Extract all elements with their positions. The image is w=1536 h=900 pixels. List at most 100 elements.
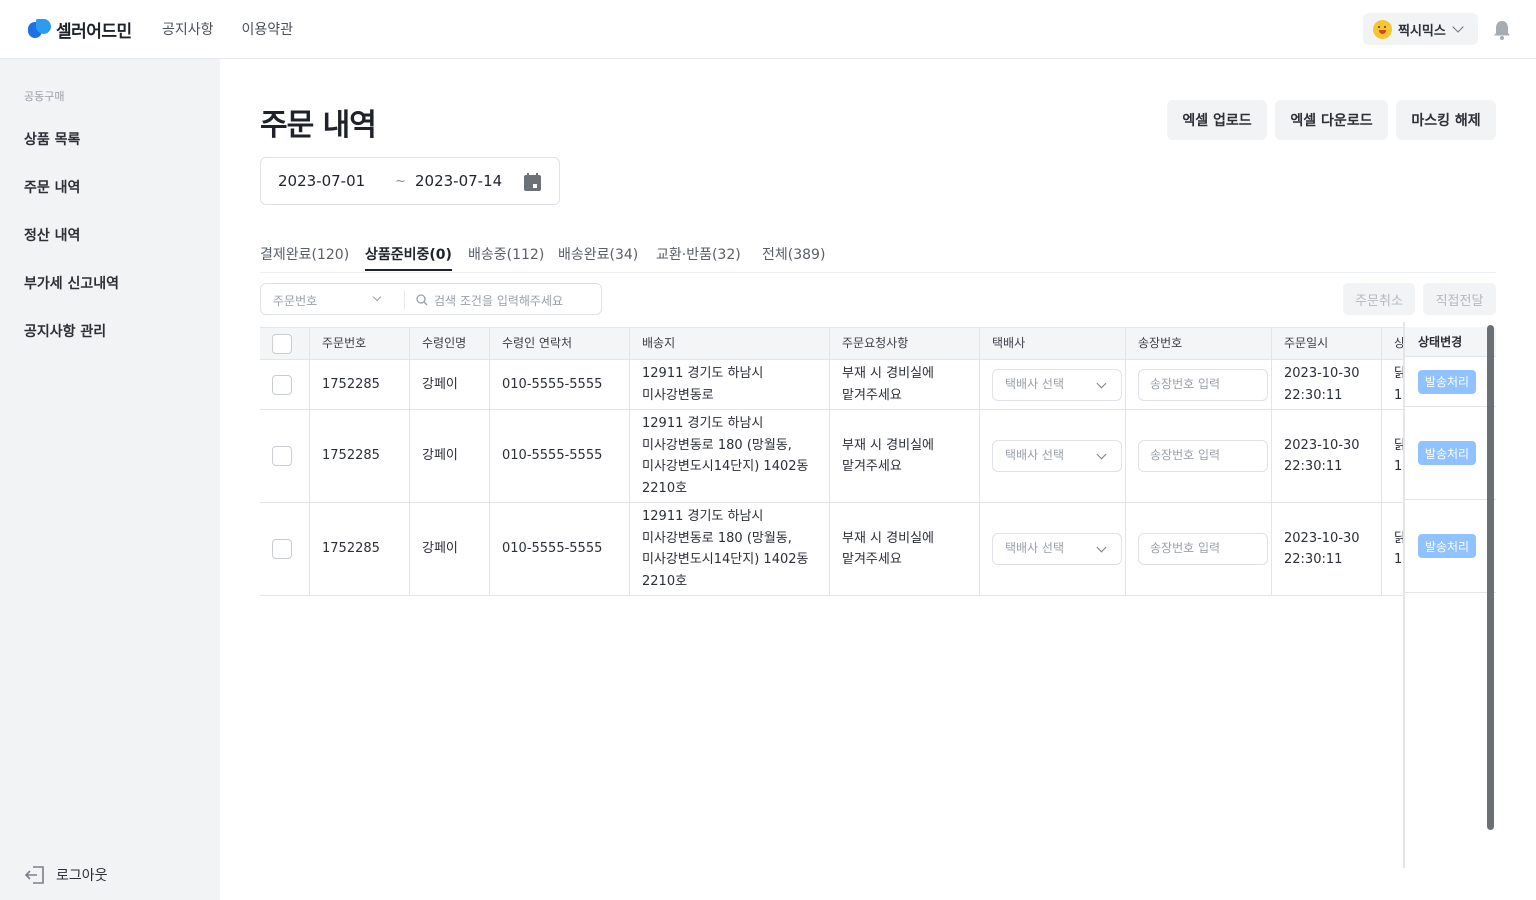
calendar-icon[interactable] xyxy=(524,173,541,191)
user-menu-button[interactable]: 찍시믹스 xyxy=(1363,13,1478,45)
order-datetime: 2023-10-30 22:30:11 xyxy=(1284,530,1360,568)
col-status-change: 상태변경 xyxy=(1405,327,1496,357)
order-no: 1752285 xyxy=(310,503,410,595)
address: 12911 경기도 하남시 미사강변동로 xyxy=(642,366,764,403)
tab-delivered[interactable]: 배송완료(34) xyxy=(558,244,638,264)
unmask-button[interactable]: 마스킹 해제 xyxy=(1396,100,1496,140)
divider xyxy=(404,290,405,310)
order-datetime: 2023-10-30 22:30:11 xyxy=(1284,366,1360,403)
search-type-select[interactable]: 주문번호 xyxy=(273,292,317,309)
ship-button[interactable]: 발송처리 xyxy=(1418,441,1476,465)
col-courier: 택배사 xyxy=(980,328,1126,359)
courier-select[interactable]: 택배사 선택 xyxy=(992,368,1122,401)
col-extra: 상 xyxy=(1382,328,1403,359)
sidebar-item-notice-admin[interactable]: 공지사항 관리 xyxy=(24,321,106,341)
nav-notice[interactable]: 공지사항 xyxy=(162,19,214,39)
logout-button[interactable]: 로그아웃 xyxy=(24,865,108,885)
avatar xyxy=(1373,19,1392,39)
excel-upload-button[interactable]: 엑셀 업로드 xyxy=(1167,100,1267,140)
recipient-name: 강페이 xyxy=(410,360,490,409)
table-row: 1752285 강페이 010-5555-5555 12911 경기도 하남시 미… xyxy=(260,503,1403,596)
logo[interactable]: 셀러어드민 xyxy=(28,16,132,42)
row-checkbox[interactable] xyxy=(272,446,292,466)
extra-cell: 닭1( xyxy=(1394,438,1403,475)
search-icon xyxy=(416,294,428,306)
col-order-no: 주문번호 xyxy=(310,328,410,359)
table-row: 1752285 강페이 010-5555-5555 12911 경기도 하남시 미… xyxy=(260,360,1403,410)
start-date[interactable]: 2023-07-01 xyxy=(278,172,365,190)
sidebar-item-vat[interactable]: 부가세 신고내역 xyxy=(24,273,119,293)
order-datetime: 2023-10-30 22:30:11 xyxy=(1284,437,1360,475)
status-cell: 발송처리 xyxy=(1405,357,1496,407)
date-separator: ~ xyxy=(395,173,406,189)
invoice-input[interactable]: 송장번호 입력 xyxy=(1138,440,1268,472)
invoice-input[interactable]: 송장번호 입력 xyxy=(1138,533,1268,565)
ship-button[interactable]: 발송처리 xyxy=(1418,534,1476,558)
sidebar-item-settlement[interactable]: 정산 내역 xyxy=(24,225,80,245)
extra-cell: 닭1( xyxy=(1394,366,1403,403)
status-change-column: 상태변경 발송처리 발송처리 발송처리 xyxy=(1403,322,1496,868)
ship-button[interactable]: 발송처리 xyxy=(1418,369,1476,394)
top-nav: 공지사항 이용약관 xyxy=(162,19,293,39)
logo-icon xyxy=(28,18,52,40)
table-row: 1752285 강페이 010-5555-5555 12911 경기도 하남시 미… xyxy=(260,410,1403,503)
tab-shipping[interactable]: 배송중(112) xyxy=(468,244,544,264)
courier-select[interactable]: 택배사 선택 xyxy=(992,533,1122,565)
nav-terms[interactable]: 이용약관 xyxy=(242,19,294,39)
vertical-scrollbar[interactable] xyxy=(1487,325,1494,830)
courier-select[interactable]: 택배사 선택 xyxy=(992,440,1122,472)
col-request: 주문요청사항 xyxy=(830,328,980,359)
search-input[interactable]: 검색 조건을 입력해주세요 xyxy=(434,292,563,309)
search-filter: 주문번호 검색 조건을 입력해주세요 xyxy=(260,283,602,315)
order-no: 1752285 xyxy=(310,410,410,502)
order-table: 주문번호 수령인명 수령인 연락처 배송지 주문요청사항 택배사 송장번호 주문… xyxy=(260,327,1403,596)
col-invoice: 송장번호 xyxy=(1126,328,1272,359)
table-header: 주문번호 수령인명 수령인 연락처 배송지 주문요청사항 택배사 송장번호 주문… xyxy=(260,327,1403,360)
logout-icon xyxy=(24,866,44,884)
col-recipient: 수령인명 xyxy=(410,328,490,359)
tab-exchange-return[interactable]: 교환·반품(32) xyxy=(656,244,741,264)
user-name: 찍시믹스 xyxy=(1398,23,1446,39)
sidebar-item-products[interactable]: 상품 목록 xyxy=(24,129,80,149)
logo-text: 셀러어드민 xyxy=(56,21,132,42)
status-cell: 발송처리 xyxy=(1405,407,1496,500)
row-checkbox[interactable] xyxy=(272,539,292,559)
sidebar-group-label: 공동구매 xyxy=(24,90,65,103)
top-bar: 셀러어드민 공지사항 이용약관 찍시믹스 xyxy=(0,0,1536,59)
order-no: 1752285 xyxy=(310,360,410,409)
date-range-picker[interactable]: 2023-07-01 ~ 2023-07-14 xyxy=(260,157,560,205)
recipient-phone: 010-5555-5555 xyxy=(490,503,630,595)
end-date[interactable]: 2023-07-14 xyxy=(415,172,502,190)
chevron-down-icon xyxy=(1096,449,1107,460)
invoice-input[interactable]: 송장번호 입력 xyxy=(1138,368,1268,401)
select-all-checkbox[interactable] xyxy=(272,333,292,354)
sidebar: 공동구매 상품 목록 주문 내역 정산 내역 부가세 신고내역 공지사항 관리 … xyxy=(0,59,220,900)
recipient-phone: 010-5555-5555 xyxy=(490,360,630,409)
cancel-order-button[interactable]: 주문취소 xyxy=(1343,283,1415,315)
order-request: 부재 시 경비실에 맡겨주세요 xyxy=(842,366,934,403)
col-address: 배송지 xyxy=(630,328,830,359)
status-tabs: 결제완료(120) 상품준비중(0) 배송중(112) 배송완료(34) 교환·… xyxy=(260,242,1496,273)
tab-preparing[interactable]: 상품준비중(0) xyxy=(365,244,452,271)
chevron-down-icon xyxy=(1096,378,1107,388)
page-title: 주문 내역 xyxy=(260,108,377,143)
tab-paid[interactable]: 결제완료(120) xyxy=(260,244,349,264)
bell-icon[interactable] xyxy=(1493,20,1511,40)
order-request: 부재 시 경비실에 맡겨주세요 xyxy=(842,437,934,475)
row-checkbox[interactable] xyxy=(272,374,292,395)
logout-label: 로그아웃 xyxy=(56,868,108,884)
chevron-down-icon xyxy=(372,292,382,302)
order-request: 부재 시 경비실에 맡겨주세요 xyxy=(842,530,934,568)
excel-download-button[interactable]: 엑셀 다운로드 xyxy=(1275,100,1388,140)
address: 12911 경기도 하남시 미사강변동로 180 (망월동, 미사강변도시14단지)… xyxy=(642,509,809,589)
status-cell: 발송처리 xyxy=(1405,500,1496,593)
direct-delivery-button[interactable]: 직접전달 xyxy=(1423,283,1496,315)
recipient-phone: 010-5555-5555 xyxy=(490,410,630,502)
recipient-name: 강페이 xyxy=(410,503,490,595)
col-phone: 수령인 연락처 xyxy=(490,328,630,359)
sidebar-item-orders[interactable]: 주문 내역 xyxy=(24,177,80,197)
chevron-down-icon xyxy=(1096,542,1107,553)
extra-cell: 닭1( xyxy=(1394,531,1403,568)
address: 12911 경기도 하남시 미사강변동로 180 (망월동, 미사강변도시14단지)… xyxy=(642,416,809,496)
tab-all[interactable]: 전체(389) xyxy=(762,244,825,264)
